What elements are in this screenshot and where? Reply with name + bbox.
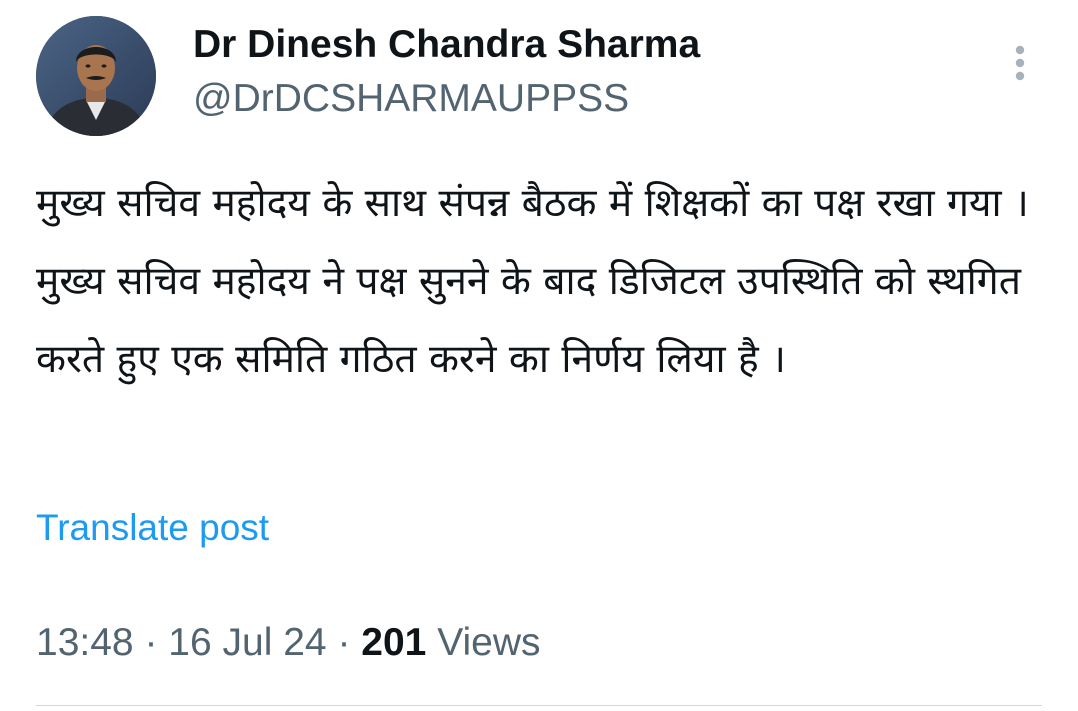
more-options-button[interactable] <box>1002 40 1038 86</box>
separator: · <box>337 621 351 664</box>
divider <box>36 705 1042 706</box>
views-count: 201 <box>361 621 427 664</box>
profile-photo-icon <box>36 16 156 136</box>
post-time[interactable]: 13:48 <box>36 621 134 664</box>
views-label: Views <box>437 621 541 664</box>
avatar[interactable] <box>36 16 156 136</box>
display-name[interactable]: Dr Dinesh Chandra Sharma <box>193 20 700 70</box>
post-text: मुख्य सचिव महोदय के साथ संपन्न बैठक में … <box>36 181 1034 382</box>
more-vertical-icon <box>1015 45 1025 81</box>
separator: · <box>144 621 158 664</box>
post-meta: 13:48 · 16 Jul 24 · 201 Views <box>36 618 541 668</box>
user-handle[interactable]: @DrDCSHARMAUPPSS <box>193 74 629 124</box>
translate-post-link[interactable]: Translate post <box>36 504 269 552</box>
post-date[interactable]: 16 Jul 24 <box>168 621 326 664</box>
